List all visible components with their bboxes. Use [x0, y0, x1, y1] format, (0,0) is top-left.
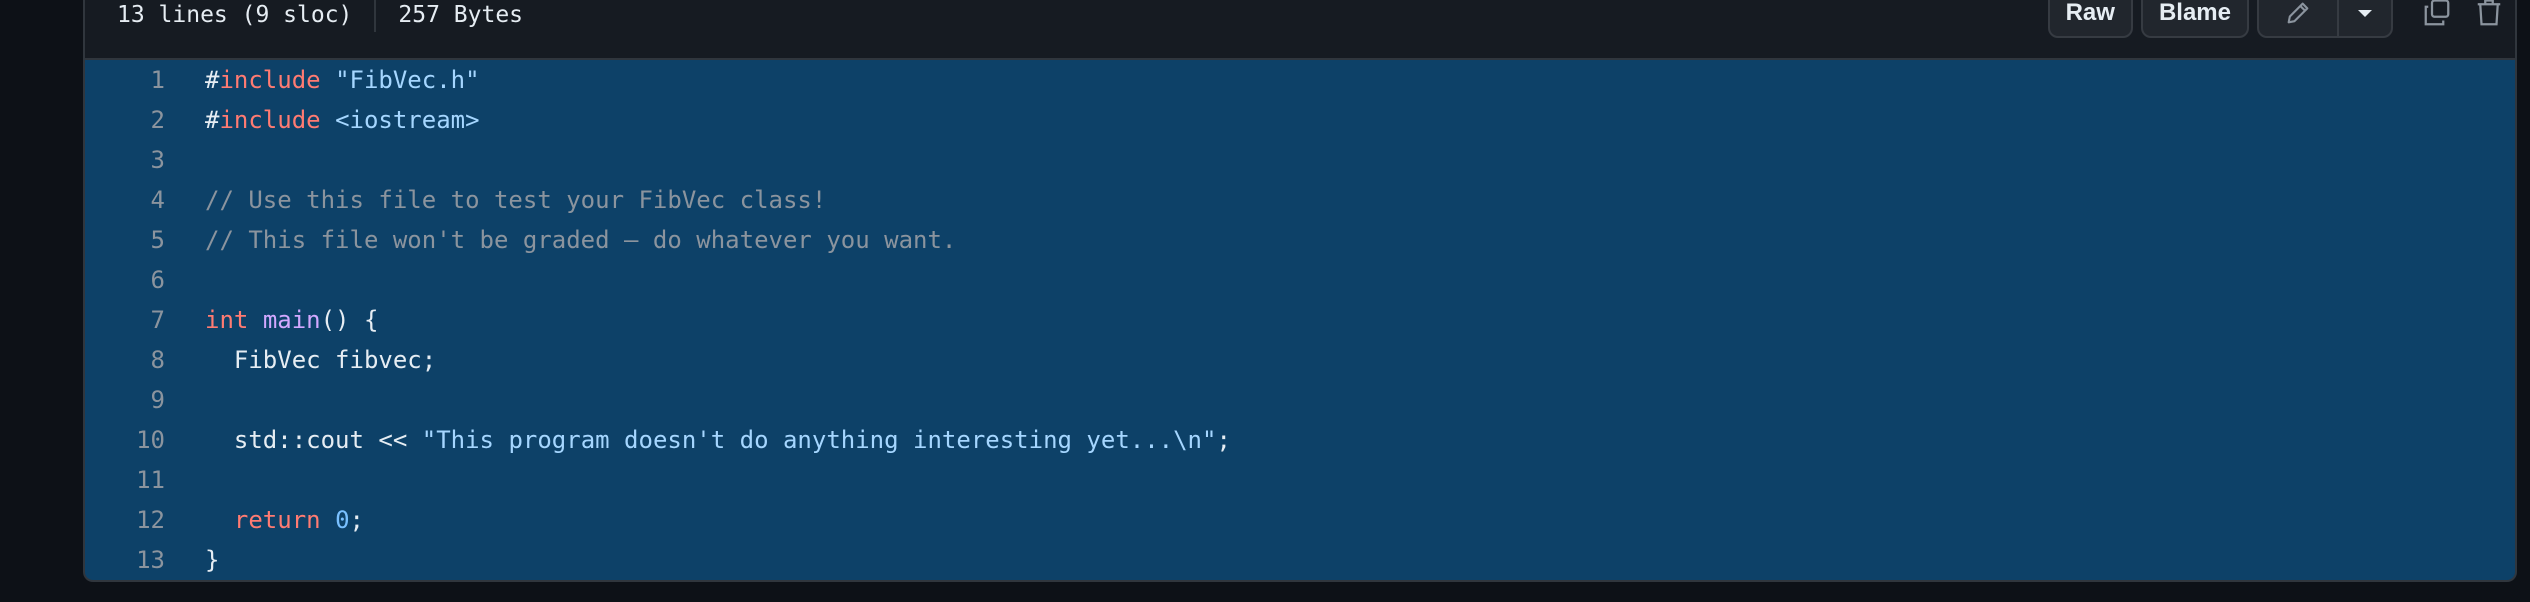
divider: [374, 0, 377, 32]
string-literal: <iostream>: [335, 106, 480, 134]
line-number[interactable]: 9: [85, 386, 165, 414]
code-text: // Use this file to test your FibVec cla…: [205, 186, 826, 214]
edit-button[interactable]: [2259, 0, 2337, 36]
code-text: return 0;: [205, 506, 364, 534]
punctuation: ;: [349, 506, 364, 534]
line-number[interactable]: 10: [85, 426, 165, 454]
delete-button[interactable]: [2463, 0, 2515, 38]
code-line: 4 // Use this file to test your FibVec c…: [85, 180, 2515, 220]
function-name: main: [262, 306, 321, 334]
trash-icon: [2477, 0, 2501, 26]
code-line: 12 return 0;: [85, 500, 2515, 540]
code-text: #include <iostream>: [205, 106, 480, 134]
copy-icon: [2424, 0, 2450, 26]
line-number[interactable]: 4: [85, 186, 165, 214]
punctuation: () {: [320, 306, 379, 334]
line-number[interactable]: 11: [85, 466, 165, 494]
number-literal: 0: [335, 506, 350, 534]
raw-button[interactable]: Raw: [2047, 0, 2133, 38]
lines-count: 13 lines (9 sloc): [117, 2, 353, 28]
preprocessor-hash: #: [205, 66, 220, 94]
comment: // This file won't be graded — do whatev…: [205, 226, 957, 254]
code-text: FibVec fibvec;: [205, 346, 437, 374]
code-line: 5 // This file won't be graded — do what…: [85, 220, 2515, 260]
preprocessor-hash: #: [205, 106, 220, 134]
code-text: }: [205, 546, 220, 574]
line-number[interactable]: 2: [85, 106, 165, 134]
line-number[interactable]: 12: [85, 506, 165, 534]
file-info: 13 lines (9 sloc) 257 Bytes: [117, 0, 524, 32]
comment: // Use this file to test your FibVec cla…: [205, 186, 827, 214]
code-line: 2 #include <iostream>: [85, 100, 2515, 140]
statement: std::cout <<: [205, 426, 422, 454]
line-number[interactable]: 7: [85, 306, 165, 334]
line-number[interactable]: 3: [85, 146, 165, 174]
code-line: 7 int main() {: [85, 300, 2515, 340]
code-line: 8 FibVec fibvec;: [85, 340, 2515, 380]
code-line: 10 std::cout << "This program doesn't do…: [85, 420, 2515, 460]
file-size: 257 Bytes: [398, 2, 524, 28]
line-number[interactable]: 6: [85, 266, 165, 294]
code-text: #include "FibVec.h": [205, 66, 480, 94]
code-line: 9: [85, 380, 2515, 420]
string-literal: "FibVec.h": [335, 66, 480, 94]
punctuation: ;: [1216, 426, 1231, 454]
line-number[interactable]: 1: [85, 66, 165, 94]
code-line: 6: [85, 260, 2515, 300]
code-line: 3: [85, 140, 2515, 180]
line-number[interactable]: 5: [85, 226, 165, 254]
file-viewer: 13 lines (9 sloc) 257 Bytes Raw Blame 1 …: [83, 0, 2517, 582]
keyword: include: [219, 66, 321, 94]
code-line: 1 #include "FibVec.h": [85, 60, 2515, 100]
edit-dropdown-button[interactable]: [2337, 0, 2391, 36]
string-literal: "This program doesn't do anything intere…: [421, 426, 1217, 454]
page: 13 lines (9 sloc) 257 Bytes Raw Blame 1 …: [0, 0, 2530, 602]
keyword: return: [233, 506, 321, 534]
code-view[interactable]: 1 #include "FibVec.h" 2 #include <iostre…: [85, 60, 2515, 580]
chevron-down-icon: [2358, 10, 2372, 17]
keyword: include: [219, 106, 321, 134]
code-line: 11: [85, 460, 2515, 500]
file-actions: Raw Blame: [2047, 0, 2515, 38]
blame-button[interactable]: Blame: [2140, 0, 2249, 38]
edit-button-group: [2257, 0, 2393, 38]
line-number[interactable]: 13: [85, 546, 165, 574]
pencil-icon: [2287, 2, 2309, 24]
copy-button[interactable]: [2411, 0, 2463, 38]
code-text: std::cout << "This program doesn't do an…: [205, 426, 1231, 454]
keyword: int: [205, 306, 249, 334]
code-text: // This file won't be graded — do whatev…: [205, 226, 956, 254]
code-text: int main() {: [205, 306, 378, 334]
file-header: 13 lines (9 sloc) 257 Bytes Raw Blame: [85, 0, 2515, 60]
line-number[interactable]: 8: [85, 346, 165, 374]
code-line: 13 }: [85, 540, 2515, 580]
